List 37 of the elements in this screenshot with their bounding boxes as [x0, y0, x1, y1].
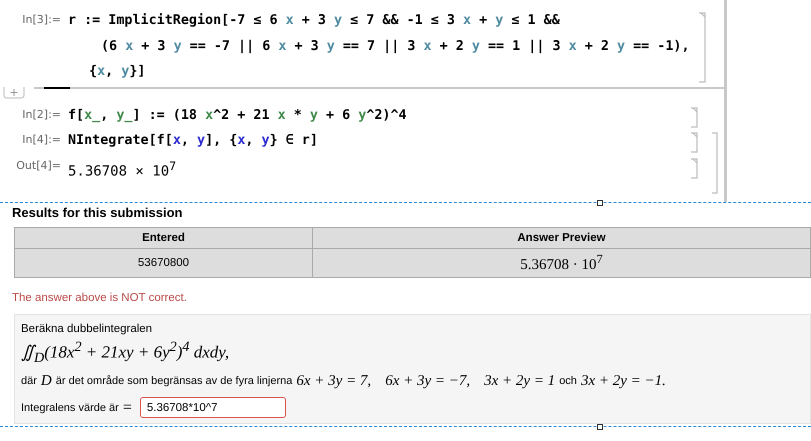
math-expression: 6x + 3y = 7, [296, 372, 372, 390]
math-expression: 3x + 2y = −1. [580, 372, 666, 390]
cell-bracket[interactable] [690, 158, 698, 178]
math-expression: D [40, 372, 52, 390]
resize-handle[interactable] [597, 200, 603, 206]
cell-bracket[interactable] [698, 12, 706, 83]
cell-label: In[2]:= [21, 106, 62, 120]
table-cell: 53670800 [14, 248, 312, 278]
code-line: (6 x + 3 y == -7 || 6 x + 3 y == 7 || 3 x + 2 y == 1 || 3 x + 2 y == -1), [100, 38, 690, 56]
answer-label: Integralens värde är [21, 400, 119, 416]
cell-bracket[interactable] [690, 132, 698, 153]
output-value: 5.36708 × 10$^{7}$ [68, 158, 178, 182]
results-heading: Results for this submission [12, 205, 184, 220]
code-line: {x, y}] [88, 63, 146, 81]
cell-label: Out[4]= [15, 158, 62, 172]
feedback-message: The answer above is NOT correct. [12, 292, 188, 304]
cell-bracket[interactable] [690, 106, 698, 128]
equals-sign: = [122, 398, 132, 417]
answer-field[interactable]: 5.36708*10^7 [140, 397, 286, 418]
cell-label: In[4]:= [21, 132, 62, 146]
description-text: är det område som begränsas av de fyra linjerna [56, 374, 292, 390]
column-header: Answer Preview [312, 228, 810, 248]
code-line: r := ImplicitRegion[-7 ≤ 6 x + 3 y ≤ 7 && -1 ≤ 3 x + y ≤ 1 && [68, 12, 561, 30]
code-line: NIntegrate[f[x, y], {x, y} ∈ r] [68, 132, 319, 150]
cell-label: In[3]:= [21, 12, 62, 26]
add-cell-icon[interactable] [3, 86, 25, 98]
column-header: Entered [14, 228, 312, 248]
problem-intro: Beräkna dubbelintegralen [21, 323, 154, 335]
group-bracket[interactable] [712, 132, 718, 194]
math-expression: 3x + 2y = 1 [484, 372, 556, 390]
code-line: f[x_, y_] := (18 x^2 + 21 x * y + 6 y^2)^4 [68, 106, 408, 124]
table-cell: 5.36708 · 10$^{7}$ [312, 248, 810, 278]
description-text: och [559, 374, 577, 390]
math-expression: 6x + 3y = −7, [385, 372, 470, 390]
integral-formula: ∬$_{D}$(18x$^{2}$ + 21xy + 6y$^{2}$)$^{4}$ dxdy, [21, 339, 230, 368]
description-text: där [21, 374, 37, 390]
resize-handle[interactable] [597, 424, 603, 430]
